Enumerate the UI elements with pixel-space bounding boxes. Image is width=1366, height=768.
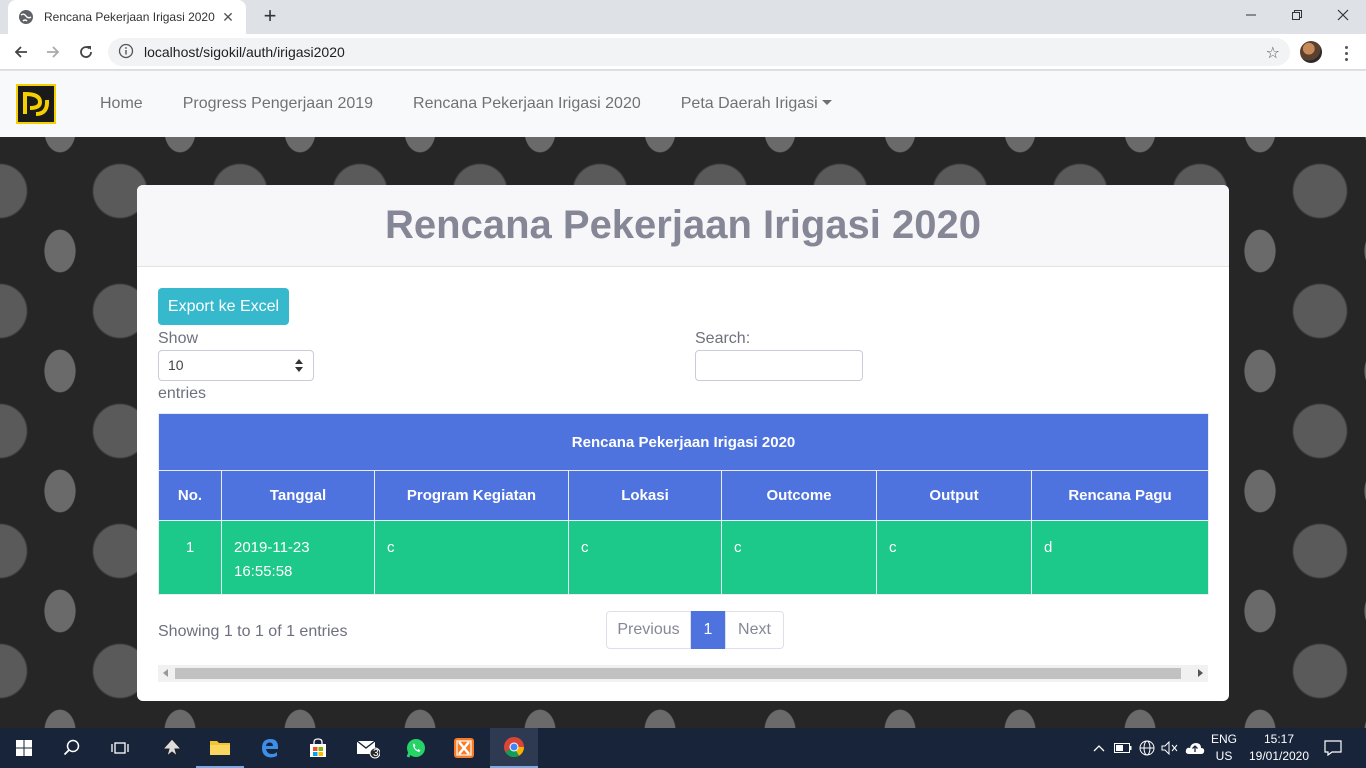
horizontal-scrollbar[interactable] [158,665,1208,682]
nav-home[interactable]: Home [80,95,163,113]
store-icon[interactable] [294,728,342,768]
cell-tanggal-date: 2019-11-23 [234,539,310,556]
show-label: Show [158,330,199,347]
search-icon[interactable] [48,728,96,768]
cell-tanggal: 2019-11-23 16:55:58 [221,520,375,595]
cell-outcome: c [721,520,877,595]
column-header-tanggal[interactable]: Tanggal [221,470,375,521]
scroll-right-icon[interactable] [1198,669,1203,677]
task-view-icon[interactable] [96,728,144,768]
battery-icon[interactable] [1113,728,1133,768]
select-arrows-icon [295,359,303,373]
lang-line2: US [1215,749,1233,763]
page-viewport: Home Progress Pengerjaan 2019 Rencana Pe… [0,71,1366,728]
column-header-output[interactable]: Output [876,470,1032,521]
nav-peta-dropdown[interactable]: Peta Daerah Irigasi [661,95,852,113]
cell-lokasi: c [568,520,722,595]
notification-center-icon[interactable] [1320,728,1346,768]
card-header: Rencana Pekerjaan Irigasi 2020 [137,185,1229,267]
table-caption: Rencana Pekerjaan Irigasi 2020 [157,413,1210,471]
tab-close-icon[interactable]: ✕ [220,9,236,25]
entries-length-value: 10 [168,357,184,373]
clock-date: 19/01/2020 [1248,749,1310,763]
pagination: Previous 1 Next [606,611,784,649]
column-header-outcome[interactable]: Outcome [721,470,877,521]
column-header-lokasi[interactable]: Lokasi [568,470,722,521]
column-header-pagu[interactable]: Rencana Pagu [1030,470,1210,521]
edge-browser-icon[interactable] [246,728,294,768]
whatsapp-icon[interactable] [392,728,440,768]
onedrive-cloud-icon[interactable] [1184,728,1206,768]
tab-title: Rencana Pekerjaan Irigasi 2020 [44,10,215,24]
clock-time: 15:17 [1263,732,1295,746]
chrome-icon[interactable] [490,728,538,768]
table-caption-row: Rencana Pekerjaan Irigasi 2020 [157,413,1210,471]
minimize-icon[interactable] [1228,0,1274,30]
xampp-icon[interactable] [440,728,488,768]
data-table: Rencana Pekerjaan Irigasi 2020 No. Tangg… [157,413,1210,595]
table-header-row: No. Tanggal Program Kegiatan Lokasi Outc… [158,470,1210,521]
address-bar[interactable]: localhost/sigokil/auth/irigasi2020 ☆ [108,38,1290,66]
cell-output: c [876,520,1032,595]
pagination-next[interactable]: Next [725,611,784,649]
site-navbar: Home Progress Pengerjaan 2019 Rencana Pe… [0,71,1366,137]
windows-taskbar: 3 ENG US 15:17 19/01/2020 [0,728,1366,768]
volume-muted-icon[interactable] [1160,728,1180,768]
browser-menu-icon[interactable] [1336,42,1356,64]
scrollbar-thumb[interactable] [175,668,1181,679]
new-tab-icon[interactable]: + [258,5,282,29]
input-language[interactable]: ENG US [1206,731,1242,765]
url-text: localhost/sigokil/auth/irigasi2020 [144,44,345,60]
browser-tabstrip: Rencana Pekerjaan Irigasi 2020 ✕ + [0,0,1366,34]
browser-tab-active[interactable]: Rencana Pekerjaan Irigasi 2020 ✕ [8,0,246,34]
pagination-previous[interactable]: Previous [606,611,691,649]
system-clock[interactable]: 15:17 19/01/2020 [1244,731,1314,765]
windows-start-icon[interactable] [0,728,48,768]
entries-length-select[interactable]: 10 [158,350,314,381]
window-close-icon[interactable] [1320,0,1366,30]
main-card: Rencana Pekerjaan Irigasi 2020 Export ke… [137,185,1229,701]
cell-pagu: d [1030,520,1210,595]
forward-arrow-icon[interactable] [39,38,67,66]
pu-logo[interactable] [16,84,56,124]
back-arrow-icon[interactable] [7,38,35,66]
mail-badge: 3 [373,748,379,759]
globe-icon [18,9,34,25]
column-header-no[interactable]: No. [158,470,222,521]
mail-icon[interactable]: 3 [344,728,392,768]
cell-program: c [374,520,569,595]
nav-peta-label: Peta Daerah Irigasi [680,95,818,112]
nav-progress-2019[interactable]: Progress Pengerjaan 2019 [163,95,393,113]
scroll-left-icon[interactable] [163,669,168,677]
cell-tanggal-time: 16:55:58 [234,563,293,580]
network-globe-icon[interactable] [1137,728,1157,768]
caret-down-icon [821,100,832,105]
export-excel-button[interactable]: Export ke Excel [158,288,289,325]
info-icon[interactable] [118,43,134,62]
pagination-page-1[interactable]: 1 [691,611,725,649]
entries-label: entries [158,385,207,402]
browser-toolbar: localhost/sigokil/auth/irigasi2020 ☆ [0,34,1366,70]
tray-chevron-up-icon[interactable] [1090,728,1108,768]
profile-avatar[interactable] [1300,41,1322,63]
lang-line1: ENG [1210,732,1237,746]
search-label: Search: [695,330,751,347]
reload-icon[interactable] [72,38,100,66]
restore-icon[interactable] [1274,0,1320,30]
table-info: Showing 1 to 1 of 1 entries [158,623,348,640]
nav-rencana-2020[interactable]: Rencana Pekerjaan Irigasi 2020 [393,95,661,113]
inkscape-icon[interactable] [148,728,196,768]
file-explorer-icon[interactable] [196,728,244,768]
cell-no: 1 [158,520,222,595]
search-input[interactable] [695,350,863,381]
table-row: 1 2019-11-23 16:55:58 c c c c d [158,520,1210,595]
page-title: Rencana Pekerjaan Irigasi 2020 [385,203,981,247]
column-header-program[interactable]: Program Kegiatan [374,470,569,521]
bookmark-star-icon[interactable]: ☆ [1266,43,1280,63]
